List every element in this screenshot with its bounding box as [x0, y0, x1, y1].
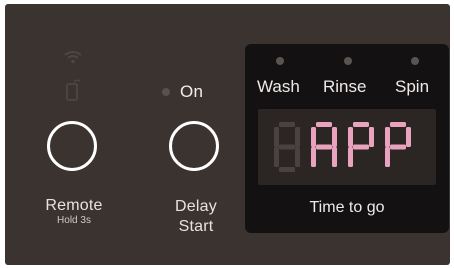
- segment-f: [348, 127, 353, 147]
- segment-g: [279, 144, 295, 150]
- segment-a: [279, 122, 295, 127]
- rinse-led: [344, 57, 352, 65]
- control-panel: On Remote Hold 3s Delay Start Wash Rinse…: [5, 4, 450, 265]
- segment-f: [311, 127, 316, 147]
- phase-label-wash: Wash: [257, 77, 300, 96]
- segment-g: [353, 144, 369, 150]
- delay-label-line2: Start: [178, 218, 214, 235]
- digit-2: [348, 122, 374, 167]
- remote-button[interactable]: [47, 121, 97, 171]
- segment-digits: [274, 122, 411, 172]
- digit-3: [385, 122, 411, 167]
- delay-start-label: Delay Start: [155, 197, 237, 237]
- segment-b: [369, 127, 374, 147]
- segment-g: [316, 144, 332, 150]
- remote-sublabel: Hold 3s: [57, 215, 91, 226]
- phase-label-spin: Spin: [395, 77, 430, 96]
- on-label: On: [180, 82, 204, 101]
- segment-a: [390, 122, 406, 127]
- segment-display: [258, 109, 436, 185]
- segment-e: [385, 147, 390, 167]
- segment-e: [274, 147, 279, 167]
- segment-f: [274, 127, 279, 147]
- segment-f: [385, 127, 390, 147]
- segment-e: [311, 147, 316, 167]
- segment-c: [332, 147, 337, 167]
- wifi-icon: [63, 50, 83, 64]
- segment-e: [348, 147, 353, 167]
- time-to-go-label: Time to go: [309, 199, 385, 216]
- wash-led: [276, 57, 284, 65]
- status-display: Wash Rinse Spin Time to go: [245, 44, 449, 233]
- segment-b: [332, 127, 337, 147]
- segment-c: [295, 147, 300, 167]
- digit-1: [311, 122, 337, 167]
- segment-g: [390, 144, 406, 150]
- segment-b: [406, 127, 411, 147]
- segment-a: [353, 122, 369, 127]
- blank-digit: [274, 122, 300, 172]
- delay-label-line1: Delay: [175, 198, 217, 215]
- delay-start-button[interactable]: [169, 121, 219, 171]
- segment-a: [316, 122, 332, 127]
- phase-label-rinse: Rinse: [323, 77, 367, 96]
- segment-d: [279, 167, 295, 172]
- remote-label: Remote: [45, 197, 103, 214]
- on-indicator-led: [162, 88, 170, 96]
- phone-icon: [65, 78, 81, 102]
- segment-b: [295, 127, 300, 147]
- spin-led: [411, 57, 419, 65]
